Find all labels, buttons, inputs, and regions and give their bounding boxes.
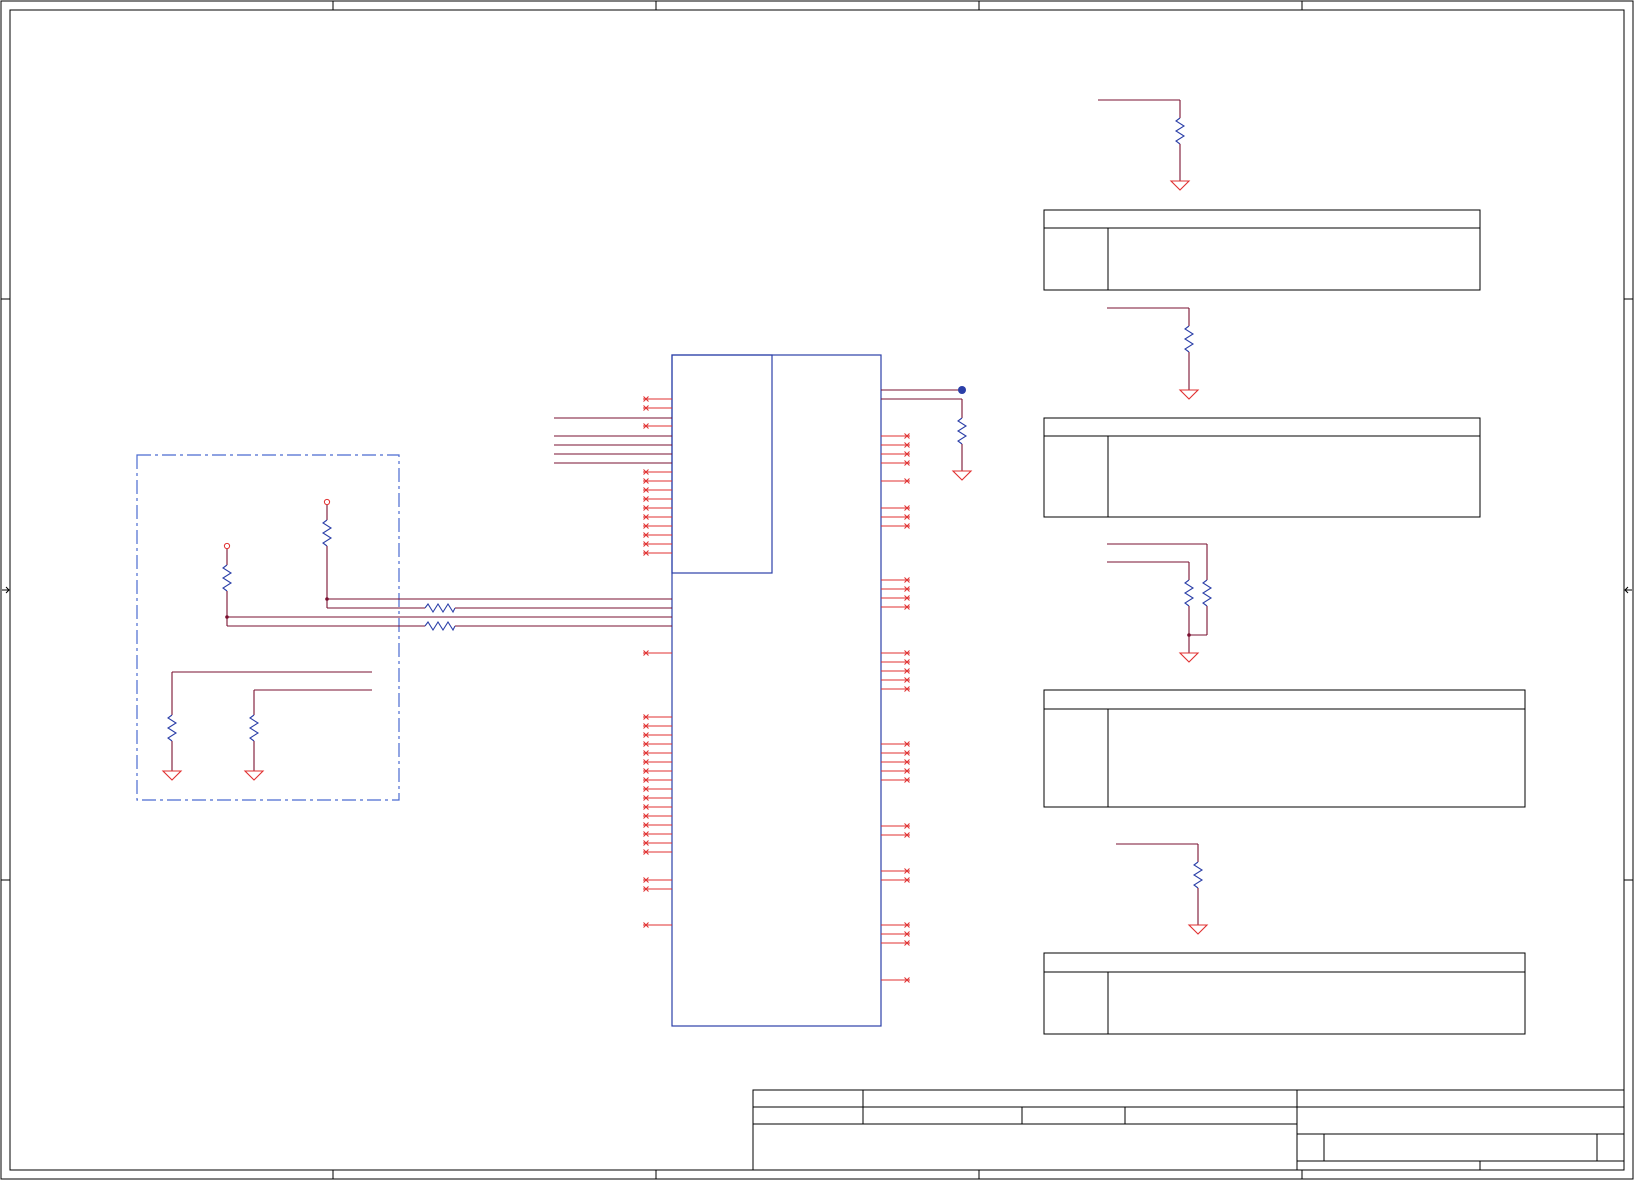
ic-left-pins bbox=[643, 396, 672, 928]
schematic-canvas[interactable] bbox=[0, 0, 1634, 1180]
strap-network-3 bbox=[1107, 543, 1213, 663]
left-dashed-group bbox=[136, 454, 672, 801]
schematic-sheet bbox=[0, 0, 1634, 1180]
resistor[interactable] bbox=[321, 519, 333, 547]
resistor[interactable] bbox=[1183, 579, 1195, 607]
ground-icon bbox=[1178, 652, 1200, 663]
resistor[interactable] bbox=[248, 714, 260, 742]
config-tables bbox=[1043, 209, 1526, 1035]
resistor[interactable] bbox=[221, 564, 233, 592]
table-frame bbox=[1043, 417, 1481, 518]
ground-icon bbox=[161, 770, 183, 781]
ground-icon bbox=[951, 470, 973, 481]
center-arrow-left bbox=[2, 586, 10, 594]
series-resistor[interactable] bbox=[424, 620, 456, 632]
main-ic[interactable] bbox=[671, 354, 882, 1027]
ic-body bbox=[671, 354, 882, 1027]
strap-network-2 bbox=[1107, 307, 1200, 400]
strap-network-1 bbox=[1098, 99, 1191, 191]
strap-network-4 bbox=[1116, 843, 1209, 935]
resistor[interactable] bbox=[166, 714, 178, 742]
table-frame bbox=[1043, 209, 1481, 291]
junction bbox=[1187, 633, 1191, 637]
resistor[interactable] bbox=[956, 417, 968, 445]
inner-border bbox=[9, 9, 1625, 1171]
ic-pulldown-network bbox=[881, 386, 973, 481]
resistor[interactable] bbox=[1192, 861, 1204, 889]
ground-icon bbox=[243, 770, 265, 781]
table-frame bbox=[1043, 689, 1526, 808]
junction bbox=[325, 597, 329, 601]
title-block bbox=[752, 1089, 1625, 1171]
table-frame bbox=[1043, 952, 1526, 1035]
ic-sub-section bbox=[671, 354, 773, 574]
config-table-1 bbox=[1043, 209, 1481, 291]
sheet-frame bbox=[0, 0, 1634, 1180]
ground-icon bbox=[1169, 180, 1191, 191]
test-point[interactable] bbox=[958, 386, 966, 394]
config-table-3 bbox=[1043, 689, 1526, 808]
resistor[interactable] bbox=[1201, 579, 1213, 607]
ground-icon bbox=[1187, 924, 1209, 935]
series-resistor[interactable] bbox=[424, 602, 456, 614]
outer-border bbox=[0, 0, 1634, 1180]
resistor[interactable] bbox=[1174, 117, 1186, 145]
config-table-4 bbox=[1043, 952, 1526, 1035]
junction bbox=[225, 615, 229, 619]
config-table-2 bbox=[1043, 417, 1481, 518]
title-block-frame bbox=[752, 1089, 1625, 1171]
center-arrow-right bbox=[1624, 586, 1632, 594]
left-bus-wires bbox=[554, 417, 672, 464]
ground-icon bbox=[1178, 389, 1200, 400]
power-pin-icon bbox=[223, 542, 231, 550]
ic-right-pins bbox=[881, 433, 910, 983]
power-pin-icon bbox=[323, 498, 331, 506]
group-boundary bbox=[136, 454, 400, 801]
resistor[interactable] bbox=[1183, 325, 1195, 353]
